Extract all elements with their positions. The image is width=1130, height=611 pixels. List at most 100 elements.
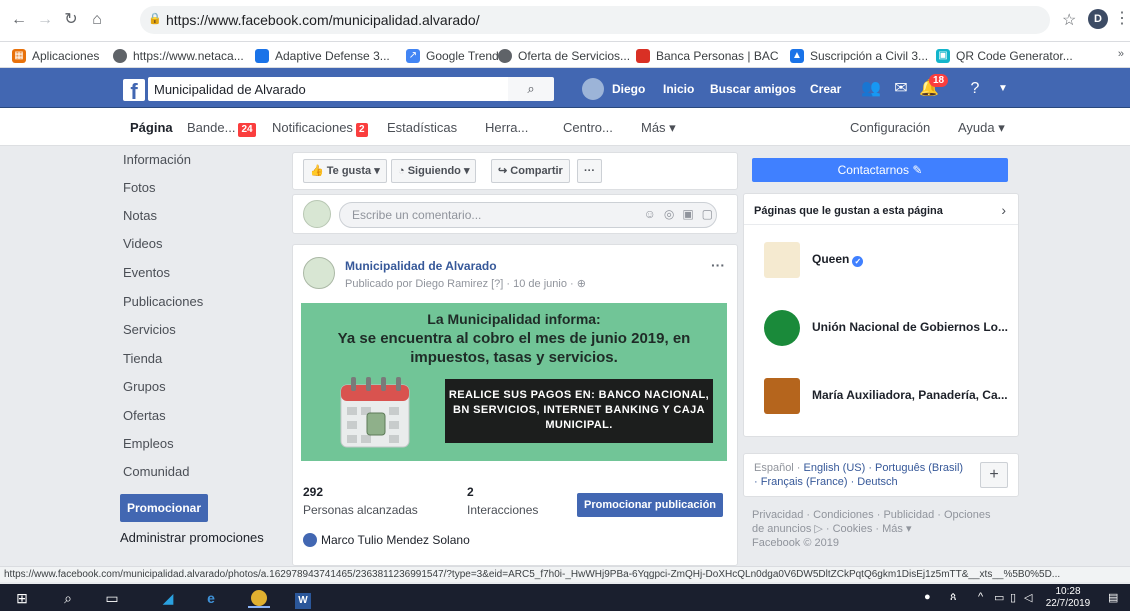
bookmark-item[interactable]: ↗ Google Trends [406,47,505,65]
back-icon[interactable]: ← [8,9,30,31]
bookmark-item[interactable]: Banca Personas | BAC [636,47,779,65]
nav-item-info[interactable]: Información [123,152,191,167]
taskbar-clock[interactable]: 10:28 22/7/2019 [1040,586,1096,610]
browser-menu-icon[interactable]: ⋮ [1114,8,1130,28]
messenger-icon[interactable]: ✉ [890,78,912,100]
footer-links[interactable]: Privacidad · Condiciones · Publicidad · … [752,508,1002,536]
comment-attach-icons[interactable]: ☺◎▣▢ [644,207,721,221]
banner-text: Ya se encuentra al cobro el mes de junio… [337,330,691,366]
post-author-avatar[interactable] [303,257,335,289]
create-link[interactable]: Crear [810,82,841,96]
bookmark-item[interactable]: ▦ Aplicaciones [12,47,99,65]
calendar-icon [340,377,410,448]
liked-page-item[interactable]: Unión Nacional de Gobiernos Lo... [754,308,1010,348]
nav-item-groups[interactable]: Grupos [123,379,166,394]
manage-promotions-link[interactable]: Administrar promociones [120,530,264,545]
lock-icon: 🔒 [148,13,162,25]
post-card: Municipalidad de Alvarado Publicado por … [292,244,738,566]
account-menu-chevron-icon[interactable]: ▼ [992,78,1014,100]
action-center-icon[interactable]: ▤ [1108,591,1118,604]
people-icon[interactable]: ጰ [950,591,957,604]
more-options-button[interactable]: ··· [577,159,602,183]
page-admin-tabs: Página Bande... 24 Notificaciones 2 Estadí… [0,108,1130,146]
tab-tools[interactable]: Herra... [485,120,528,135]
contact-us-button[interactable]: Contactarnos ✎ [752,158,1008,182]
notifications-count-badge: 2 [355,123,368,137]
internet-explorer-icon[interactable]: e [200,588,222,608]
notification-count-badge: 18 [929,74,949,87]
nav-item-community[interactable]: Comunidad [123,464,190,479]
apps-grid-icon: ▦ [12,49,26,63]
search-icon[interactable]: ⌕ [508,77,554,101]
post-options-icon[interactable]: ··· [711,257,725,273]
share-arrow-icon: ↪ [498,165,508,177]
volume-icon[interactable]: ◁ [1024,591,1032,604]
tab-center[interactable]: Centro... [563,120,613,135]
promote-button[interactable]: Promocionar [120,494,208,522]
tray-chevron-icon[interactable]: ^ [978,591,983,603]
chrome-icon[interactable] [248,588,270,608]
bookmark-item[interactable]: Oferta de Servicios... [498,47,630,65]
find-friends-link[interactable]: Buscar amigos [710,82,796,96]
home-icon[interactable]: ⌂ [86,9,108,31]
nav-item-photos[interactable]: Fotos [123,180,156,195]
verified-badge-icon: ✓ [852,256,864,267]
friend-requests-icon[interactable]: 👥 [860,78,882,100]
battery-icon[interactable]: ▯ [1010,591,1016,604]
tray-app-icon[interactable]: ● [924,591,931,603]
nav-item-posts[interactable]: Publicaciones [123,294,203,309]
profile-avatar[interactable]: D [1088,9,1108,29]
liked-page-item[interactable]: Queen ✓ [754,240,1010,280]
forward-icon[interactable]: → [34,9,56,31]
add-language-button[interactable]: + [980,462,1008,488]
tab-inbox[interactable]: Bande... 24 [187,120,256,137]
tab-page[interactable]: Página [130,120,173,135]
search-icon[interactable]: ⌕ [58,588,78,608]
task-view-icon[interactable]: ▭ [102,588,122,608]
nav-item-notes[interactable]: Notas [123,208,157,223]
bookmarks-overflow-icon[interactable]: » [1118,48,1124,60]
home-link[interactable]: Inicio [663,82,694,96]
bookmark-item[interactable]: Adaptive Defense 3... [255,47,390,65]
nav-item-events[interactable]: Eventos [123,265,170,280]
network-icon[interactable]: ▭ [994,591,1004,604]
help-icon[interactable]: ? [964,78,986,100]
nav-item-services[interactable]: Servicios [123,322,176,337]
tab-settings[interactable]: Configuración [850,120,930,135]
liked-page-item[interactable]: María Auxiliadora, Panadería, Ca... [754,376,1010,416]
app-pinned-icon[interactable]: ◢ [158,588,178,608]
bookmark-item[interactable]: https://www.netaca... [113,47,244,65]
nav-item-offers[interactable]: Ofertas [123,408,166,423]
user-avatar[interactable] [582,78,604,100]
tab-help[interactable]: Ayuda ▾ [958,120,1005,136]
user-name-link[interactable]: Diego [612,82,645,96]
commenter-row[interactable]: Marco Tulio Mendez Solano [303,533,470,547]
tab-insights[interactable]: Estadísticas [387,120,457,135]
post-image[interactable]: La Municipalidad informa: Ya se encuentr… [301,303,727,461]
following-button[interactable]: ◔ Siguiendo ▾ [391,159,477,183]
chevron-right-icon[interactable]: › [1001,202,1006,218]
comment-composer: Escribe un comentario... ☺◎▣▢ [292,194,738,234]
facebook-logo-icon[interactable]: f [123,79,145,104]
nav-item-videos[interactable]: Videos [123,236,163,251]
tab-notifications[interactable]: Notificaciones 2 [272,120,368,137]
facebook-search-input[interactable] [148,77,508,101]
like-page-button[interactable]: 👍 Te gusta ▾ [303,159,387,183]
address-bar[interactable]: 🔒 https://www.facebook.com/municipalidad… [140,6,1050,34]
bank-icon [636,49,650,63]
bookmark-item[interactable]: ▲ Suscripción a Civil 3... [790,47,928,65]
share-button[interactable]: ↪ Compartir [491,159,570,183]
post-author-name[interactable]: Municipalidad de Alvarado [345,259,497,273]
nav-item-shop[interactable]: Tienda [123,351,162,366]
language-links[interactable]: Español · English (US) · Português (Bras… [754,461,964,489]
word-icon[interactable]: W [292,588,314,609]
globe-icon [113,49,127,63]
boost-post-button[interactable]: Promocionar publicación [577,493,723,517]
reload-icon[interactable]: ↻ [60,9,82,31]
windows-start-icon[interactable]: ⊞ [12,588,32,608]
nav-item-jobs[interactable]: Empleos [123,436,174,451]
bookmark-item[interactable]: ▣ QR Code Generator... [936,47,1073,65]
tab-more[interactable]: Más ▾ [641,120,676,136]
bookmark-star-icon[interactable]: ☆ [1062,10,1076,30]
autodesk-icon: ▲ [790,49,804,63]
